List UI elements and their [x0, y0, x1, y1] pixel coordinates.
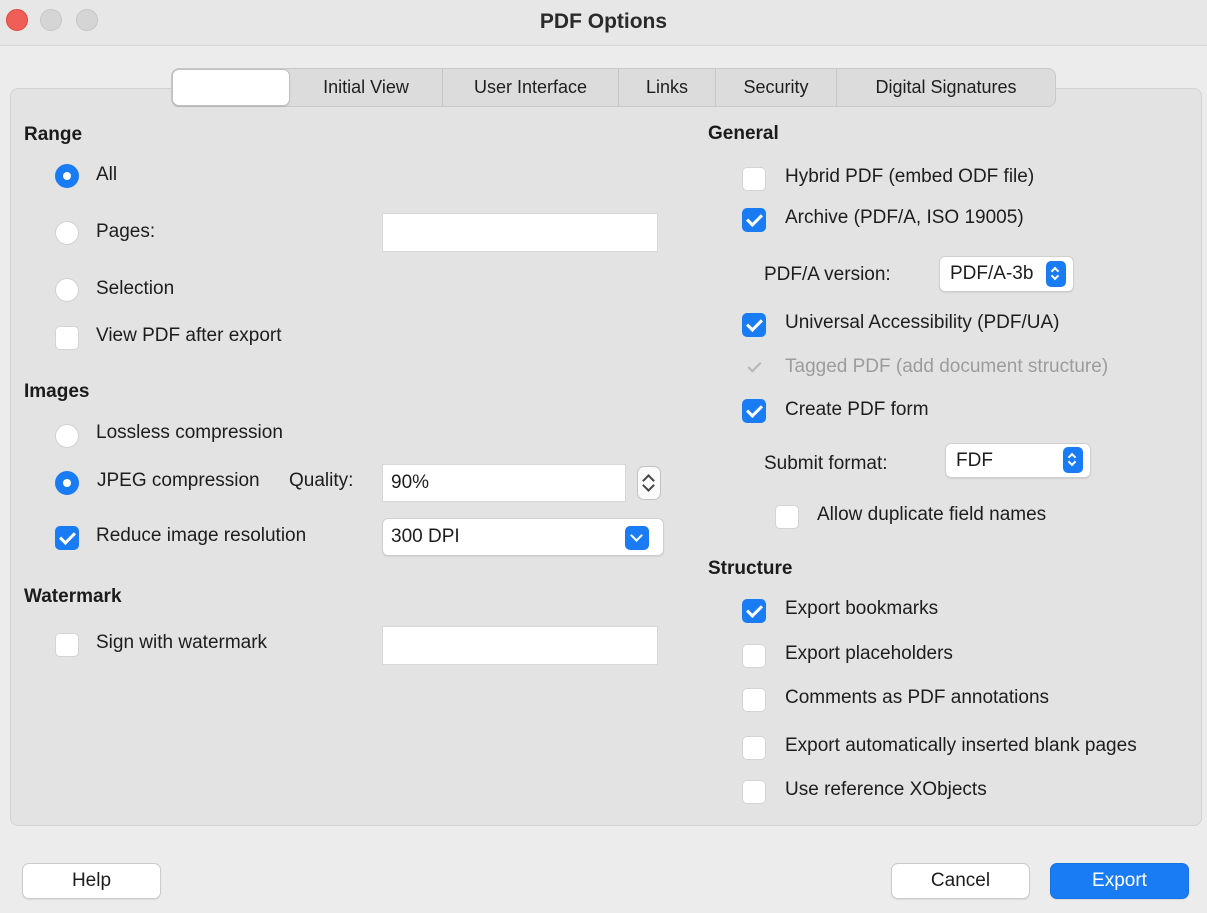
universal-accessibility-label: Universal Accessibility (PDF/UA): [785, 312, 1060, 333]
watermark-label: Sign with watermark: [96, 632, 268, 653]
tab-initial-view[interactable]: Initial View: [290, 69, 443, 106]
universal-accessibility-checkbox[interactable]: [742, 313, 766, 337]
submit-format-value: FDF: [956, 449, 993, 471]
resolution-select[interactable]: 300 DPI: [382, 518, 664, 556]
watermark-checkbox[interactable]: [55, 633, 79, 657]
range-all-label: All: [96, 164, 118, 185]
tab-digital-signatures[interactable]: Digital Signatures: [837, 69, 1055, 106]
tab-security[interactable]: Security: [716, 69, 837, 106]
lossless-label: Lossless compression: [96, 422, 283, 443]
cancel-button[interactable]: Cancel: [891, 863, 1030, 899]
archive-checkbox[interactable]: [742, 208, 766, 232]
reduce-resolution-label: Reduce image resolution: [96, 525, 307, 546]
export-placeholders-label: Export placeholders: [785, 643, 953, 664]
range-all-radio[interactable]: [55, 164, 79, 188]
export-placeholders-checkbox[interactable]: [742, 644, 766, 668]
range-pages-radio[interactable]: [55, 221, 79, 245]
blank-pages-checkbox[interactable]: [742, 736, 766, 760]
chevron-updown-icon: [1046, 261, 1066, 287]
comments-annotations-checkbox[interactable]: [742, 688, 766, 712]
view-after-export-label: View PDF after export: [96, 325, 282, 346]
jpeg-label: JPEG compression: [97, 470, 260, 491]
range-selection-label: Selection: [96, 278, 175, 299]
tab-links[interactable]: Links: [619, 69, 716, 106]
duplicate-field-names-checkbox[interactable]: [775, 505, 799, 529]
quality-input[interactable]: 90%: [382, 464, 626, 502]
images-heading: Images: [24, 381, 90, 402]
quality-label: Quality:: [289, 470, 354, 491]
reduce-resolution-checkbox[interactable]: [55, 526, 79, 550]
submit-format-label: Submit format:: [764, 453, 888, 474]
lossless-radio[interactable]: [55, 424, 79, 448]
create-pdf-form-label: Create PDF form: [785, 399, 929, 420]
export-button[interactable]: Export: [1050, 863, 1189, 899]
range-pages-label: Pages:: [96, 221, 156, 242]
range-heading: Range: [24, 124, 83, 145]
title-bar: PDF Options: [0, 0, 1207, 46]
tab-general[interactable]: [172, 69, 290, 106]
tagged-pdf-checkbox: [742, 355, 766, 379]
blank-pages-label: Export automatically inserted blank page…: [785, 735, 1137, 756]
create-pdf-form-checkbox[interactable]: [742, 399, 766, 423]
general-heading: General: [708, 123, 779, 144]
archive-label: Archive (PDF/A, ISO 19005): [785, 207, 1024, 228]
pdfa-version-value: PDF/A-3b: [950, 263, 1034, 284]
export-bookmarks-checkbox[interactable]: [742, 599, 766, 623]
structure-heading: Structure: [708, 558, 793, 579]
window-title: PDF Options: [539, 10, 668, 33]
watermark-heading: Watermark: [24, 586, 122, 607]
reference-xobjects-label: Use reference XObjects: [785, 779, 987, 800]
duplicate-field-names-label: Allow duplicate field names: [817, 504, 1047, 525]
watermark-input[interactable]: [382, 626, 658, 665]
view-after-export-checkbox[interactable]: [55, 326, 79, 350]
hybrid-pdf-checkbox[interactable]: [742, 167, 766, 191]
comments-annotations-label: Comments as PDF annotations: [785, 687, 1050, 708]
quality-stepper[interactable]: [637, 466, 661, 500]
tab-bar: Initial View User Interface Links Securi…: [171, 68, 1056, 107]
hybrid-pdf-label: Hybrid PDF (embed ODF file): [785, 166, 1035, 187]
chevron-down-icon[interactable]: [625, 526, 649, 550]
jpeg-radio[interactable]: [55, 471, 79, 495]
pdfa-version-label: PDF/A version:: [764, 264, 891, 285]
resolution-value: 300 DPI: [391, 526, 460, 547]
chevron-updown-icon: [1063, 447, 1083, 473]
tab-user-interface[interactable]: User Interface: [443, 69, 619, 106]
export-bookmarks-label: Export bookmarks: [785, 598, 939, 619]
pages-input[interactable]: [382, 213, 658, 252]
help-button[interactable]: Help: [22, 863, 161, 899]
tagged-pdf-label: Tagged PDF (add document structure): [785, 356, 1109, 377]
reference-xobjects-checkbox[interactable]: [742, 780, 766, 804]
range-selection-radio[interactable]: [55, 278, 79, 302]
